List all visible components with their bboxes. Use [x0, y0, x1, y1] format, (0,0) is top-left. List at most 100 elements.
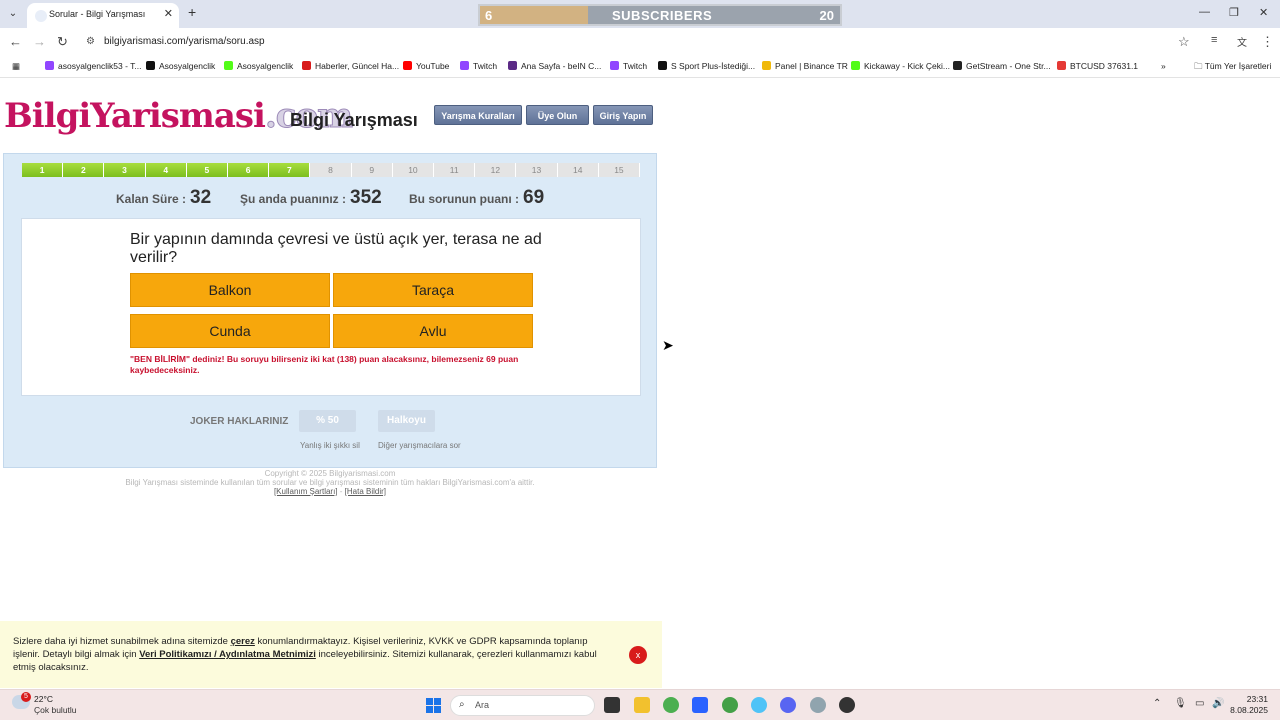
report-error-link[interactable]: [Hata Bildir] [345, 487, 386, 496]
terms-link[interactable]: [Kullanım Şartları] [274, 487, 338, 496]
folder-icon: 🗀 [1194, 61, 1205, 71]
menu-icon[interactable]: ⋮ [1261, 34, 1274, 50]
site-info-icon[interactable]: ⚙ [86, 36, 95, 47]
bookmarks-bar: ▦ asosyalgenclik53 - T... Asosyalgenclik… [0, 56, 1280, 78]
answer-c-button[interactable]: Cunda [130, 314, 330, 348]
bookmark-item[interactable]: YouTube [403, 61, 449, 71]
bookmark-star-icon[interactable]: ☆ [1178, 34, 1190, 50]
bookmark-item[interactable]: Asosyalgenclik [146, 61, 215, 71]
reload-icon[interactable]: ↻ [57, 34, 68, 50]
current-score: Şu anda puanınız :352 [240, 187, 382, 208]
bookmark-item[interactable]: Asosyalgenclik [224, 61, 293, 71]
forward-icon[interactable]: → [33, 34, 46, 49]
microphone-icon[interactable]: 🎙 [1174, 698, 1187, 709]
question-step: 11 [434, 163, 476, 177]
translate-icon[interactable]: 文 [1237, 34, 1247, 49]
bookmark-item[interactable]: asosyalgenclik53 - T... [45, 61, 141, 71]
bookmark-icon [146, 61, 155, 70]
task-view-icon[interactable] [604, 697, 620, 713]
weather-temp[interactable]: 22°C [34, 694, 53, 704]
tab-title: Sorular - Bilgi Yarışması [49, 9, 146, 19]
all-bookmarks-folder[interactable]: 🗀 Tüm Yer İşaretleri [1194, 61, 1271, 75]
restore-icon[interactable]: ❐ [1229, 6, 1239, 19]
question-step: 6 [228, 163, 270, 177]
joker-audience-button[interactable]: Halkoyu [378, 410, 435, 432]
points-value: 69 [523, 187, 545, 208]
new-tab-button[interactable]: + [188, 4, 196, 20]
search-icon: ⌕ [459, 699, 465, 710]
bookmark-item[interactable]: Panel | Binance TR [762, 61, 848, 71]
bookmark-item[interactable]: BTCUSD 37631.1 [1057, 61, 1138, 71]
tab-close-icon[interactable]: ✕ [164, 7, 173, 20]
taskbar: 5 22°C Çok bulutlu ⌕ Ara ⌃ 🎙 ▭ 🔊 23:31 8… [0, 689, 1280, 720]
joker-label: JOKER HAKLARINIZ [190, 416, 289, 427]
register-button[interactable]: Üye Olun [526, 105, 589, 125]
chrome-icon[interactable] [663, 697, 679, 713]
answer-d-button[interactable]: Avlu [333, 314, 533, 348]
apps-icon[interactable]: ▦ [12, 61, 20, 72]
tab-strip: ⌄ Sorular - Bilgi Yarışması ✕ + 6 SUBSCR… [0, 0, 1280, 28]
network-icon[interactable]: ▭ [1195, 698, 1204, 709]
cookie-banner: Sizlere daha iyi hizmet sunabilmek adına… [0, 621, 662, 688]
back-icon[interactable]: ← [9, 34, 22, 49]
tray-chevron-icon[interactable]: ⌃ [1153, 698, 1161, 709]
obs-icon[interactable] [839, 697, 855, 713]
question-text: Bir yapının damında çevresi ve üstü açık… [130, 231, 542, 266]
tab-search-button[interactable]: ⌄ [4, 5, 22, 23]
question-step: 10 [392, 163, 435, 177]
bookmark-icon [762, 61, 771, 70]
joker-audience-caption: Diğer yarışmacılara sor [378, 441, 461, 450]
start-button[interactable] [426, 698, 441, 713]
app-icon[interactable] [751, 697, 767, 713]
page-title: Bilgi Yarışması [290, 110, 418, 130]
url-input[interactable]: bilgiyarismasi.com/yarisma/soru.asp [104, 36, 265, 47]
minimize-icon[interactable]: — [1199, 6, 1210, 18]
time-value: 32 [190, 187, 212, 208]
cookie-link[interactable]: çerez [231, 636, 255, 647]
subscriber-current: 6 [485, 8, 493, 23]
question-step: 4 [145, 163, 187, 177]
bookmark-item[interactable]: Ana Sayfa - beIN C... [508, 61, 601, 71]
clock[interactable]: 23:31 8.08.2025 [1230, 694, 1268, 716]
chrome-profile-icon[interactable] [722, 697, 738, 713]
bookmark-icon [460, 61, 469, 70]
subscriber-label: SUBSCRIBERS [612, 8, 713, 23]
login-button[interactable]: Giriş Yapın [593, 105, 653, 125]
volume-icon[interactable]: 🔊 [1212, 698, 1224, 709]
bookmark-icon [508, 61, 517, 70]
mouse-cursor-icon: ➤ [662, 337, 674, 353]
more-bookmarks-icon[interactable]: » [1161, 61, 1166, 71]
bookmark-item[interactable]: S Sport Plus-İstediği... [658, 61, 755, 71]
bookmark-icon [610, 61, 619, 70]
bookmark-item[interactable]: Kickaway - Kick Çeki... [851, 61, 950, 71]
rights-text: Bilgi Yarışması sisteminde kullanılan tü… [125, 478, 535, 487]
media-controls-icon[interactable]: ≡ [1211, 34, 1217, 46]
bookmark-item[interactable]: Twitch [460, 61, 497, 71]
subscriber-goal: 20 [819, 8, 834, 23]
bookmark-item[interactable]: Haberler, Güncel Ha... [302, 61, 399, 71]
file-explorer-icon[interactable] [634, 697, 650, 713]
cookie-close-button[interactable]: x [629, 646, 647, 664]
copyright-text: Copyright © 2025 Bilgiyarismasi.com [264, 469, 396, 478]
weather-desc[interactable]: Çok bulutlu [34, 705, 77, 715]
tab-favicon-icon [35, 10, 47, 22]
taskbar-search[interactable]: ⌕ Ara [450, 695, 595, 716]
answer-a-button[interactable]: Balkon [130, 273, 330, 307]
question-step: 1 [22, 163, 64, 177]
bookmark-item[interactable]: GetStream - One Str... [953, 61, 1051, 71]
settings-icon[interactable] [810, 697, 826, 713]
answer-b-button[interactable]: Taraça [333, 273, 533, 307]
subscriber-progress-fill [480, 6, 588, 24]
bookmark-icon [302, 61, 311, 70]
clock-time: 23:31 [1246, 694, 1268, 704]
joker-fifty-button[interactable]: % 50 [299, 410, 356, 432]
bookmark-icon [403, 61, 412, 70]
rules-button[interactable]: Yarışma Kuralları [434, 105, 522, 125]
discord-icon[interactable] [780, 697, 796, 713]
bookmark-item[interactable]: Twitch [610, 61, 647, 71]
close-window-icon[interactable]: ✕ [1259, 6, 1268, 19]
question-progress: 1 2 3 4 5 6 7 8 9 10 11 12 13 14 15 [22, 163, 641, 177]
store-icon[interactable] [692, 697, 708, 713]
active-tab[interactable]: Sorular - Bilgi Yarışması ✕ [27, 3, 179, 28]
privacy-policy-link[interactable]: Veri Politikamızı / Aydınlatma Metnimizi [139, 649, 316, 660]
